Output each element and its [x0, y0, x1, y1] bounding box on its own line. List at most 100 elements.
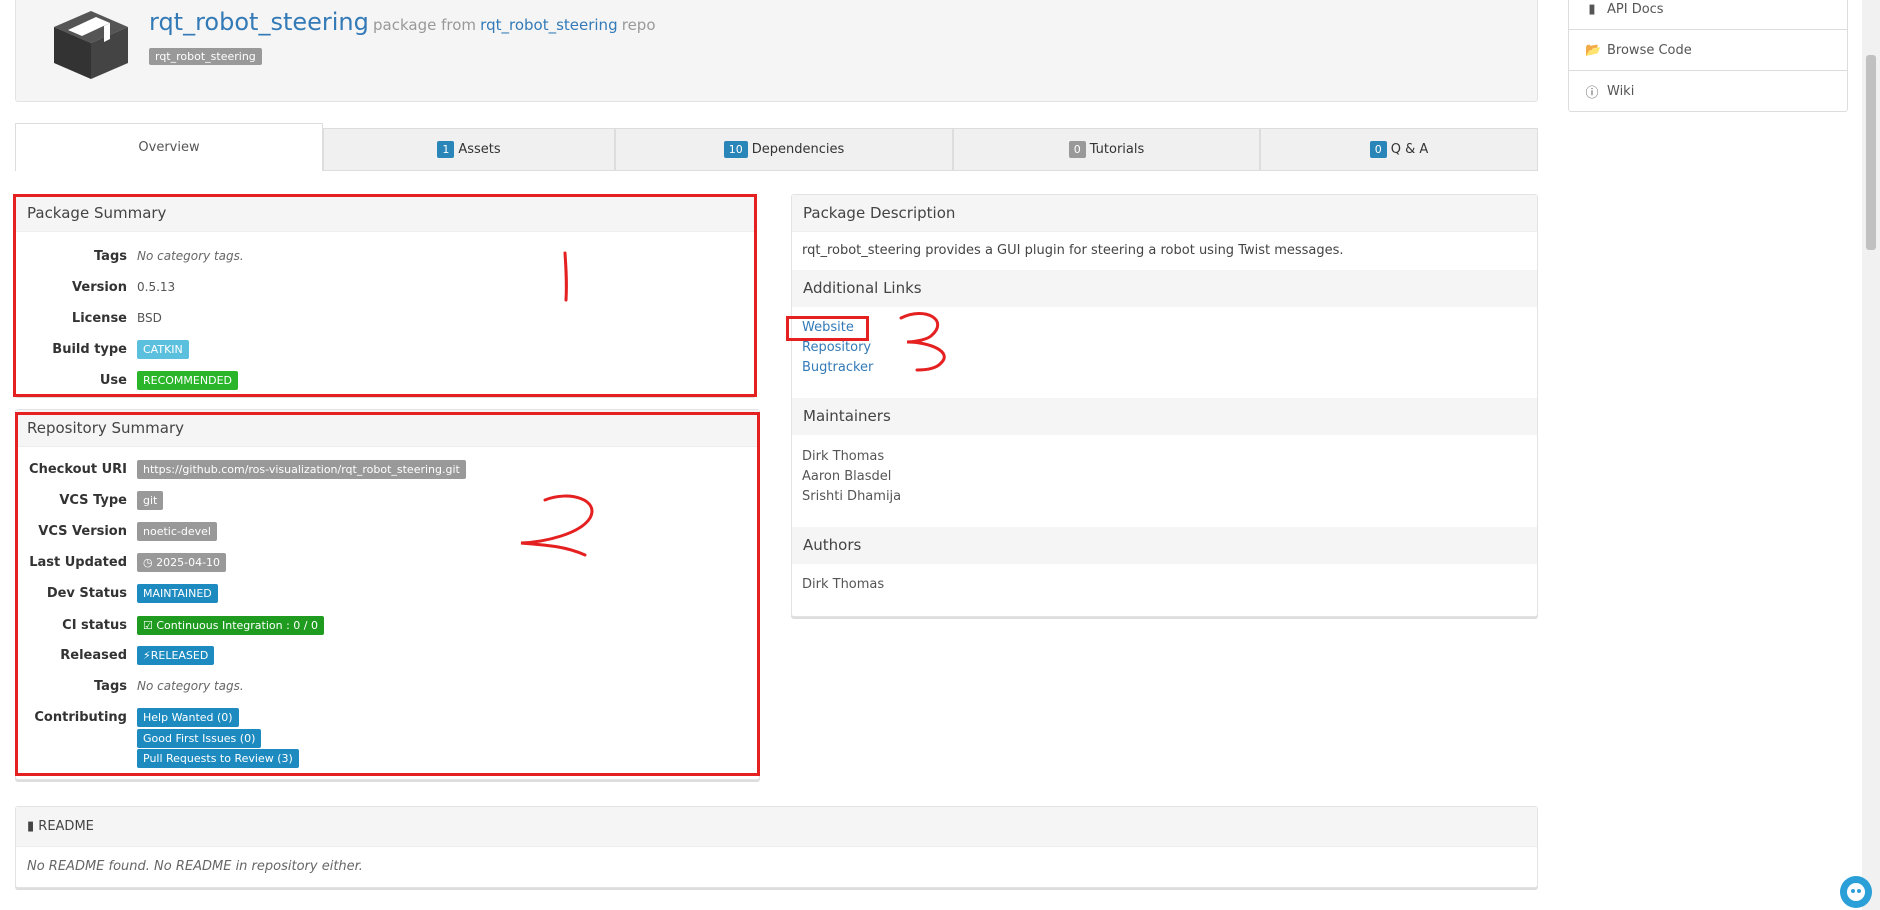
vcs-type-label: VCS Type [59, 492, 127, 508]
tab-qa[interactable]: 0 Q & A [1260, 128, 1538, 171]
help-wanted-button[interactable]: Help Wanted (0) [137, 707, 239, 727]
dev-status-label: Dev Status [46, 585, 127, 601]
author-item: Dirk Thomas [802, 577, 885, 592]
page-title: rqt_robot_steering package from rqt_robo… [149, 8, 656, 36]
wiki-link[interactable]: ⓘ Wiki [1569, 71, 1847, 111]
file-icon: ▮ [27, 819, 39, 834]
scrollbar-thumb[interactable] [1866, 55, 1876, 250]
pkg-build-label: Build type [52, 341, 127, 357]
maintainer-item: Srishti Dhamija [802, 489, 902, 504]
pull-requests-button[interactable]: Pull Requests to Review (3) [137, 748, 299, 768]
tab-qa-label: Q & A [1390, 142, 1429, 157]
browse-code-label: Browse Code [1607, 42, 1692, 58]
good-first-issues-button[interactable]: Good First Issues (0) [137, 728, 262, 748]
tab-tutorials[interactable]: 0 Tutorials [953, 128, 1260, 171]
vcs-version-badge: noetic-devel [137, 521, 217, 541]
pkg-build-row: Build type CATKIN [15, 338, 189, 360]
browse-code-link[interactable]: 📂 Browse Code [1569, 30, 1847, 71]
info-icon: ⓘ [1585, 85, 1599, 101]
pkg-use-row: Use RECOMMENDED [15, 369, 238, 391]
repo-word-text: repo [621, 16, 656, 34]
clock-icon: ◷ [143, 555, 157, 569]
package-summary-title: Package Summary [16, 195, 755, 232]
readme-panel: ▮ README No README found. No README in r… [15, 806, 1538, 888]
pkg-license-row: License BSD [15, 307, 162, 329]
chat-face-icon [1842, 878, 1870, 906]
repository-link[interactable]: Repository [802, 340, 871, 355]
tab-overview-label: Overview [138, 140, 200, 155]
pkg-tags-row: Tags No category tags. [15, 245, 244, 267]
maintainers-title: Maintainers [792, 398, 1537, 435]
api-docs-link[interactable]: ▮ API Docs [1569, 0, 1847, 30]
repo-tags-row: Tags No category tags. [15, 675, 244, 697]
last-updated-badge: ◷ 2025-04-10 [137, 552, 227, 572]
wiki-label: Wiki [1607, 83, 1635, 99]
dev-status-badge: MAINTAINED [137, 583, 218, 603]
tutorials-count-badge: 0 [1068, 141, 1086, 158]
assets-count-badge: 1 [437, 141, 455, 158]
bolt-icon: ⚡ [143, 648, 151, 662]
use-badge: RECOMMENDED [137, 370, 238, 390]
chat-assistant-icon[interactable] [1840, 876, 1872, 908]
repo-updated-row: Last Updated ◷ 2025-04-10 [15, 551, 227, 573]
qa-count-badge: 0 [1369, 141, 1387, 158]
vcs-version-label: VCS Version [38, 523, 127, 539]
repository-summary-title: Repository Summary [16, 410, 759, 447]
released-badge: ⚡RELEASED [137, 645, 215, 665]
tab-overview[interactable]: Overview [15, 123, 323, 171]
bugtracker-link[interactable]: Bugtracker [802, 360, 873, 375]
contributing-label: Contributing [34, 709, 127, 725]
tab-dependencies[interactable]: 10 Dependencies [615, 128, 953, 171]
pkg-license-label: License [71, 310, 127, 326]
repo-tags-label: Tags [93, 678, 127, 694]
pkg-license-value: BSD [137, 311, 162, 325]
repo-ci-row: CI status ☑ Continuous Integration : 0 /… [15, 614, 324, 636]
package-from-text: package from [373, 16, 477, 34]
checkout-label: Checkout URI [29, 461, 127, 477]
pkg-version-row: Version 0.5.13 [15, 276, 175, 298]
pkg-version-value: 0.5.13 [137, 280, 176, 294]
repo-released-row: Released ⚡RELEASED [15, 644, 215, 666]
readme-text: No README found. No README in repository… [27, 859, 363, 874]
tab-assets-label: Assets [458, 142, 501, 157]
repo-dev-status-row: Dev Status MAINTAINED [15, 582, 218, 604]
build-type-badge: CATKIN [137, 339, 189, 359]
side-menu: ▮ API Docs 📂 Browse Code ⓘ Wiki [1568, 0, 1848, 112]
good-first-row: Good First Issues (0) [15, 727, 262, 749]
package-box-icon [54, 11, 128, 79]
pkg-tags-value: No category tags. [137, 249, 244, 263]
tab-bar: Overview 1 Assets 10 Dependencies 0 Tuto… [15, 123, 1538, 171]
repo-name-link[interactable]: rqt_robot_steering [480, 16, 617, 34]
repo-checkout-row: Checkout URI https://github.com/ros-visu… [15, 458, 466, 480]
repo-tags-value: No category tags. [137, 679, 244, 693]
last-updated-label: Last Updated [29, 554, 127, 570]
package-header: rqt_robot_steering package from rqt_robo… [15, 0, 1538, 102]
package-description-title: Package Description [792, 195, 1537, 232]
repo-contributing-row: Contributing Help Wanted (0) [15, 706, 239, 728]
readme-heading: ▮ README [16, 807, 1537, 847]
released-value: RELEASED [150, 648, 209, 662]
package-description-text: rqt_robot_steering provides a GUI plugin… [802, 243, 1344, 258]
authors-title: Authors [792, 527, 1537, 564]
ci-status-value: Continuous Integration : 0 / 0 [156, 618, 318, 632]
additional-links-title: Additional Links [792, 270, 1537, 307]
ci-status-badge[interactable]: ☑ Continuous Integration : 0 / 0 [137, 615, 324, 635]
folder-open-icon: 📂 [1585, 42, 1602, 58]
check-square-icon: ☑ [143, 618, 157, 632]
package-name-link[interactable]: rqt_robot_steering [149, 8, 369, 36]
pkg-version-label: Version [72, 279, 127, 295]
pull-requests-row: Pull Requests to Review (3) [15, 747, 299, 769]
readme-title: README [38, 819, 94, 834]
checkout-uri-badge[interactable]: https://github.com/ros-visualization/rqt… [137, 459, 466, 479]
api-docs-label: API Docs [1607, 1, 1664, 17]
ci-status-label: CI status [62, 617, 127, 633]
dependencies-count-badge: 10 [723, 141, 748, 158]
pkg-tags-label: Tags [93, 248, 127, 264]
website-link[interactable]: Website [802, 320, 854, 335]
last-updated-value: 2025-04-10 [156, 555, 221, 569]
package-tag-badge[interactable]: rqt_robot_steering [149, 48, 262, 65]
tab-assets[interactable]: 1 Assets [323, 128, 615, 171]
tab-tutorials-label: Tutorials [1089, 142, 1145, 157]
released-label: Released [60, 647, 127, 663]
pkg-use-label: Use [99, 372, 127, 388]
